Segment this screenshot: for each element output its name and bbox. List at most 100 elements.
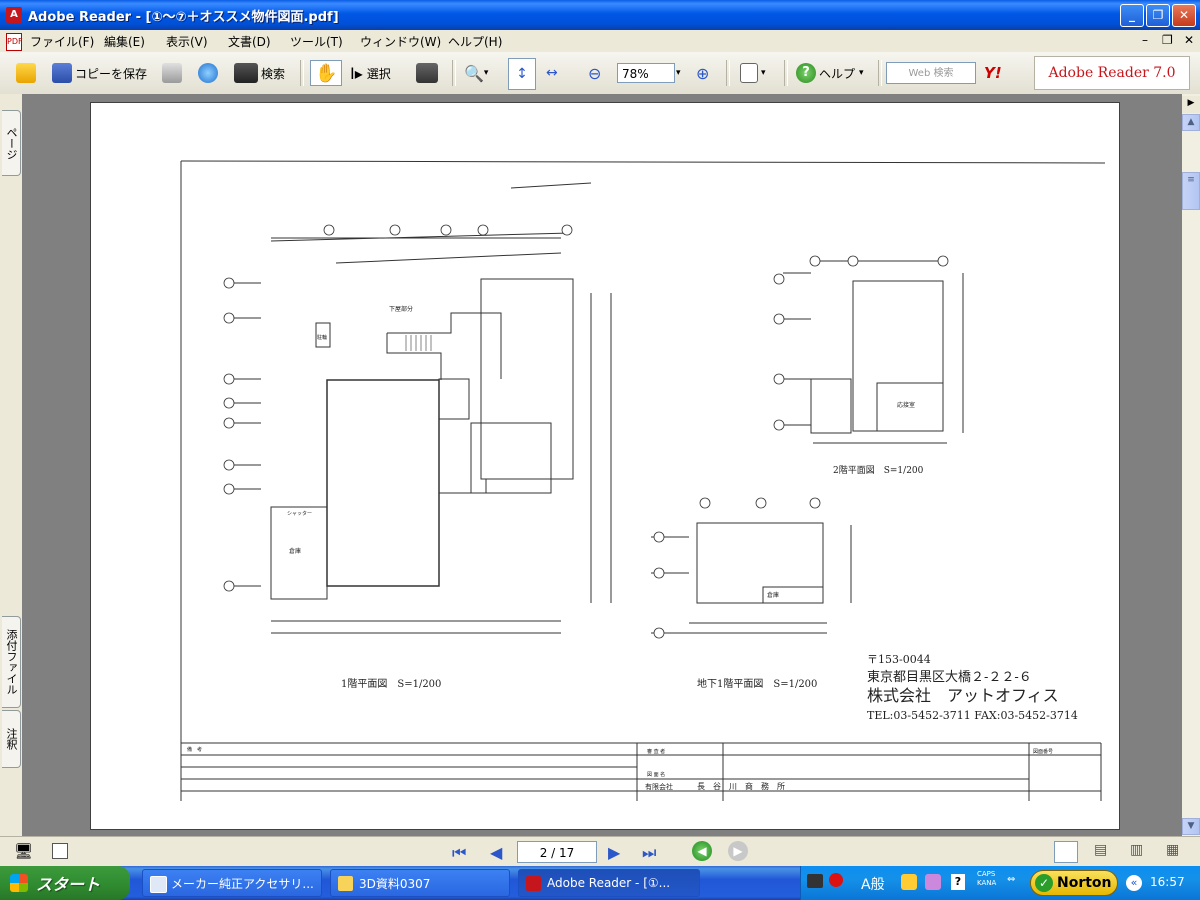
adobe-reader-icon xyxy=(526,876,541,891)
document-properties-icon[interactable] xyxy=(52,843,68,859)
doc-close-button[interactable]: ✕ xyxy=(1184,33,1194,47)
menu-window[interactable]: ウィンドウ(W) xyxy=(360,33,441,50)
menu-edit[interactable]: 編集(E) xyxy=(104,33,145,50)
minimize-button[interactable]: _ xyxy=(1120,4,1144,27)
norton-check-icon: ✓ xyxy=(1035,874,1053,892)
ime-help-icon[interactable]: ? xyxy=(951,874,965,890)
restore-button[interactable]: ❐ xyxy=(1146,4,1170,27)
continuous-facing-view-button[interactable]: ▦ xyxy=(1166,842,1179,858)
task-label: 3D資料0307 xyxy=(359,876,431,891)
help-button[interactable]: ? ヘルプ ▾ xyxy=(796,60,864,86)
keyboard-icon[interactable] xyxy=(807,874,823,888)
go-back-button[interactable]: ◀ xyxy=(692,841,712,861)
hand-tool-button[interactable]: ✋ xyxy=(310,60,343,86)
titleblock-company-label: 有限会社 xyxy=(645,782,673,791)
yahoo-search-button[interactable]: Y! xyxy=(984,60,1002,86)
tray-expand-icon[interactable]: ⇔ xyxy=(1007,874,1015,885)
task-folder-window[interactable]: 3D資料0307 xyxy=(330,869,510,897)
doc-minimize-button[interactable]: – xyxy=(1142,33,1148,47)
vertical-scrollbar[interactable]: ▶ ▲ ≡ ▼ xyxy=(1182,94,1200,836)
go-forward-button[interactable]: ▶ xyxy=(728,841,748,861)
ime-tool-icon[interactable] xyxy=(925,874,941,890)
facing-view-button[interactable]: ▥ xyxy=(1130,842,1143,858)
doc-restore-button[interactable]: ❐ xyxy=(1162,33,1173,47)
text-select-icon: I▸ xyxy=(350,63,363,83)
chevron-down-icon: ▾ xyxy=(483,68,489,78)
adobe-reader-logo: Adobe Reader 7.0 xyxy=(1034,56,1190,90)
save-copy-label: コピーを保存 xyxy=(75,66,148,81)
select-tool-button[interactable]: I▸ 選択 xyxy=(350,60,391,86)
menu-tools[interactable]: ツール(T) xyxy=(290,33,343,50)
task-adobe-reader[interactable]: Adobe Reader - [①... xyxy=(518,869,700,897)
page-number-input[interactable]: 2 / 17 xyxy=(517,841,597,863)
web-search-input[interactable]: Web 検索 xyxy=(886,62,976,84)
email-button[interactable] xyxy=(198,60,221,86)
tab-comments[interactable]: 注釈 xyxy=(2,710,21,768)
monitor-icon[interactable]: 🖥 xyxy=(14,842,33,860)
print-button[interactable] xyxy=(162,60,185,86)
options-triangle-icon[interactable]: ▶ xyxy=(1182,96,1200,113)
windows-logo-icon xyxy=(10,874,28,892)
company-postal: 〒153-0044 xyxy=(867,653,931,666)
task-accessory-window[interactable]: メーカー純正アクセサリ... xyxy=(142,869,322,897)
chevron-down-icon: ▾ xyxy=(676,68,681,78)
menu-document[interactable]: 文書(D) xyxy=(228,33,271,50)
tray-chevron-icon[interactable]: « xyxy=(1126,875,1142,891)
scroll-up-button[interactable]: ▲ xyxy=(1182,114,1200,131)
fit-page-button[interactable]: ↕ xyxy=(508,58,536,90)
scroll-down-button[interactable]: ▼ xyxy=(1182,818,1200,835)
norton-label: Norton xyxy=(1057,875,1112,891)
start-button[interactable]: スタート xyxy=(0,866,130,900)
rotate-view-button[interactable]: ▾ xyxy=(740,60,766,86)
toolbar: コピーを保存 検索 ✋ I▸ 選択 🔍 ▾ ↕ ↔ ⊖ 78% ▾ ⊕ ▾ ? … xyxy=(0,52,1200,95)
room-label-storage: 倉庫 xyxy=(289,547,301,555)
title-bar[interactable]: A Adobe Reader - [①～⑦＋オススメ物件図面.pdf] _ ❐ … xyxy=(0,0,1200,30)
toolbar-separator xyxy=(452,60,456,86)
open-button[interactable] xyxy=(16,60,39,86)
ie-window-icon xyxy=(150,876,167,893)
norton-tray-button[interactable]: ✓ Norton xyxy=(1030,870,1118,896)
next-page-button[interactable]: ▶ xyxy=(608,843,620,862)
search-button[interactable]: 検索 xyxy=(234,60,285,86)
close-button[interactable]: ✕ xyxy=(1172,4,1196,27)
help-label: ヘルプ xyxy=(819,66,856,81)
continuous-view-button[interactable]: ▤ xyxy=(1094,842,1107,858)
fit-width-button[interactable]: ↔ xyxy=(546,60,558,86)
room-label-parking: 駐輪 xyxy=(317,334,327,341)
start-label: スタート xyxy=(36,875,101,894)
last-page-button[interactable]: ⏭ xyxy=(642,843,656,863)
taskbar-clock[interactable]: 16:57 xyxy=(1150,875,1185,889)
first-page-button[interactable]: ⏮ xyxy=(452,843,466,863)
pdf-document-icon[interactable]: PDF xyxy=(6,33,23,51)
room-label-stair: 下屋部分 xyxy=(389,305,413,313)
menu-help[interactable]: ヘルプ(H) xyxy=(448,33,502,50)
tab-pages[interactable]: ページ xyxy=(2,110,21,176)
select-label: 選択 xyxy=(366,66,391,81)
room-label-office: 応接室 xyxy=(897,401,915,409)
scroll-thumb[interactable]: ≡ xyxy=(1182,172,1200,210)
snapshot-button[interactable] xyxy=(416,60,441,86)
ime-icon[interactable] xyxy=(829,873,843,887)
save-copy-button[interactable]: コピーを保存 xyxy=(52,60,147,86)
zoom-dropdown[interactable]: ▾ xyxy=(676,60,681,86)
zoom-in-button[interactable]: ⊕ xyxy=(696,60,709,86)
tab-attachments[interactable]: 添付ファイル xyxy=(2,616,21,708)
company-address: 東京都目黒区大橋２-２２-６ xyxy=(867,669,1032,685)
ime-mode-label[interactable]: A般 xyxy=(861,874,885,894)
chevron-down-icon: ▾ xyxy=(761,68,766,78)
camera-icon xyxy=(416,63,438,83)
toolbar-separator xyxy=(300,60,304,86)
ime-dictionary-icon[interactable] xyxy=(901,874,917,890)
status-bar: 🖥 ⏮ ◀ 2 / 17 ▶ ⏭ ◀ ▶ ▤ ▥ ▦ xyxy=(0,836,1200,867)
floppy-disk-icon xyxy=(52,63,72,83)
plan-b1-title: 地下1階平面図 S=1/200 xyxy=(697,677,817,690)
menu-file[interactable]: ファイル(F) xyxy=(30,33,94,50)
zoom-tool-button[interactable]: 🔍 ▾ xyxy=(464,60,488,86)
menu-view[interactable]: 表示(V) xyxy=(166,33,208,50)
zoom-out-button[interactable]: ⊖ xyxy=(588,60,601,86)
previous-page-button[interactable]: ◀ xyxy=(490,843,502,862)
pdf-page[interactable]: 1階平面図 S=1/200 2階平面図 S=1/200 地下1階平面図 S=1/… xyxy=(90,102,1120,830)
titleblock-number: 図面番号 xyxy=(1033,748,1053,755)
zoom-input[interactable]: 78% xyxy=(617,63,675,83)
single-page-view-button[interactable] xyxy=(1054,841,1078,863)
